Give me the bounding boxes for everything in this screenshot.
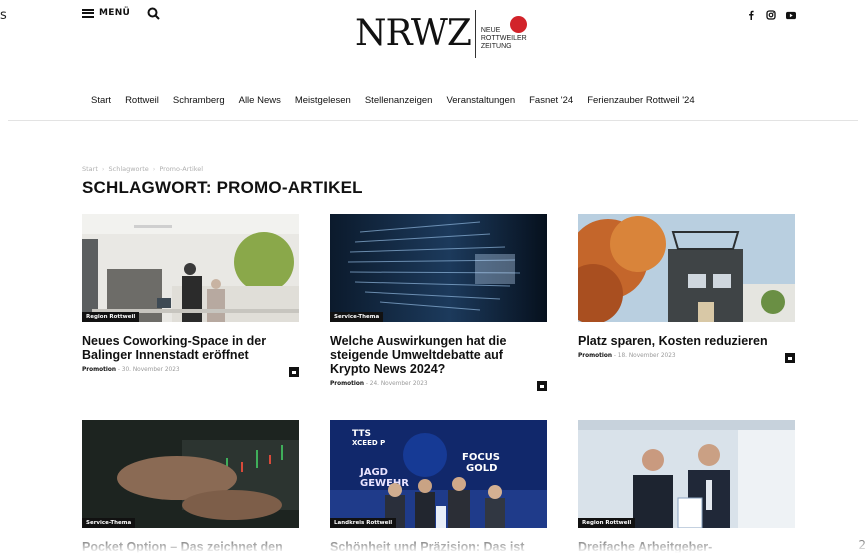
logo-subtitle: NEUE ROTTWEILER ZEITUNG [481, 16, 527, 51]
article-date: 24. November 2023 [369, 381, 428, 387]
article-card[interactable]: Platz sparen, Kosten reduzieren Promotio… [578, 214, 795, 365]
image-text-gewehr: GEWEHR [360, 478, 409, 489]
menu-label: MENÜ [99, 8, 131, 18]
category-tag[interactable]: Landkreis Rottweil [330, 518, 397, 528]
nav-item-fasnet[interactable]: Fasnet '24 [529, 95, 573, 106]
image-text-jagd: JAGD [359, 467, 388, 478]
breadcrumb: Start › Schlagworte › Promo-Artikel [82, 165, 203, 173]
article-meta: Promotion - 18. November 2023 [578, 353, 795, 365]
category-tag[interactable]: Region Rottweil [578, 518, 636, 528]
article-title[interactable]: Platz sparen, Kosten reduzieren [578, 334, 788, 348]
article-thumbnail[interactable]: Region Rottweil [82, 214, 299, 322]
article-author[interactable]: Promotion [82, 367, 116, 373]
hamburger-icon [82, 8, 94, 18]
article-date: 18. November 2023 [617, 353, 676, 359]
instagram-icon[interactable] [766, 10, 776, 20]
comment-icon[interactable] [537, 381, 547, 391]
article-card[interactable]: Region Rottweil Dreifache Arbeitgeber-Au… [578, 420, 795, 557]
nav-item-veranstaltungen[interactable]: Veranstaltungen [446, 95, 515, 106]
image-text-tts: TTS [352, 429, 371, 439]
article-title[interactable]: Dreifache Arbeitgeber-Auszeichnung für K… [578, 540, 788, 557]
article-card[interactable]: Service-Thema Pocket Option – Das zeichn… [82, 420, 299, 557]
logo-divider [474, 10, 476, 58]
search-button[interactable] [147, 7, 161, 21]
article-meta: Promotion - 30. November 2023 [82, 367, 299, 379]
category-tag[interactable]: Service-Thema [330, 312, 384, 322]
nav-item-rottweil[interactable]: Rottweil [125, 95, 159, 106]
nav-item-stellenanzeigen[interactable]: Stellenanzeigen [365, 95, 433, 106]
youtube-icon[interactable] [786, 10, 796, 20]
facebook-icon[interactable] [746, 10, 756, 20]
image-text-gold: GOLD [466, 463, 497, 474]
article-thumbnail[interactable] [578, 214, 795, 322]
article-meta: Promotion - 24. November 2023 [330, 381, 547, 393]
article-date: 30. November 2023 [121, 367, 180, 373]
breadcrumb-item[interactable]: Start [82, 165, 98, 173]
article-author[interactable]: Promotion [330, 381, 364, 387]
article-card[interactable]: Region Rottweil Neues Coworking-Space in… [82, 214, 299, 379]
article-title[interactable]: Schönheit und Präzision: Das ist es, die… [330, 540, 540, 557]
nav-item-start[interactable]: Start [91, 95, 111, 106]
article-thumbnail[interactable]: TTS XCEED P JAGD GEWEHR FOCUS GOLD Landk… [330, 420, 547, 528]
article-title[interactable]: Pocket Option – Das zeichnet den Broker … [82, 540, 292, 557]
main-navigation: Start Rottweil Schramberg Alle News Meis… [91, 95, 709, 106]
logo-wordmark: NRWZ [355, 13, 472, 54]
nav-item-alle-news[interactable]: Alle News [239, 95, 281, 106]
article-title[interactable]: Neues Coworking-Space in der Balinger In… [82, 334, 292, 362]
social-links [746, 10, 796, 20]
comment-icon[interactable] [785, 353, 795, 363]
image-text-xceed: XCEED P [352, 439, 385, 447]
search-icon [147, 7, 160, 20]
edge-text-right: 2 [858, 538, 866, 552]
article-author[interactable]: Promotion [578, 353, 612, 359]
breadcrumb-separator: › [152, 165, 156, 173]
breadcrumb-separator: › [101, 165, 105, 173]
article-thumbnail[interactable]: Region Rottweil [578, 420, 795, 528]
article-title[interactable]: Welche Auswirkungen hat die steigende Um… [330, 334, 540, 376]
menu-button[interactable]: MENÜ [82, 8, 130, 18]
article-card[interactable]: Service-Thema Welche Auswirkungen hat di… [330, 214, 547, 393]
nav-item-meistgelesen[interactable]: Meistgelesen [295, 95, 351, 106]
breadcrumb-item[interactable]: Schlagworte [109, 165, 149, 173]
breadcrumb-item-current: Promo-Artikel [159, 165, 204, 173]
category-tag[interactable]: Service-Thema [82, 518, 136, 528]
site-header: MENÜ NRWZ NEUE ROTTWEILER ZEITUNG [0, 0, 866, 70]
nav-item-ferienzauber[interactable]: Ferienzauber Rottweil '24 [587, 95, 694, 106]
site-logo[interactable]: NRWZ NEUE ROTTWEILER ZEITUNG [355, 10, 527, 58]
article-card[interactable]: TTS XCEED P JAGD GEWEHR FOCUS GOLD Landk… [330, 420, 547, 557]
article-thumbnail[interactable]: Service-Thema [82, 420, 299, 528]
article-thumbnail[interactable]: Service-Thema [330, 214, 547, 322]
image-text-focus: FOCUS [462, 452, 500, 463]
nav-item-schramberg[interactable]: Schramberg [173, 95, 225, 106]
category-tag[interactable]: Region Rottweil [82, 312, 140, 322]
logo-badge-dot [509, 16, 527, 33]
comment-icon[interactable] [289, 367, 299, 377]
header-divider [8, 120, 858, 121]
page-title: SCHLAGWORT: PROMO-ARTIKEL [82, 178, 363, 197]
